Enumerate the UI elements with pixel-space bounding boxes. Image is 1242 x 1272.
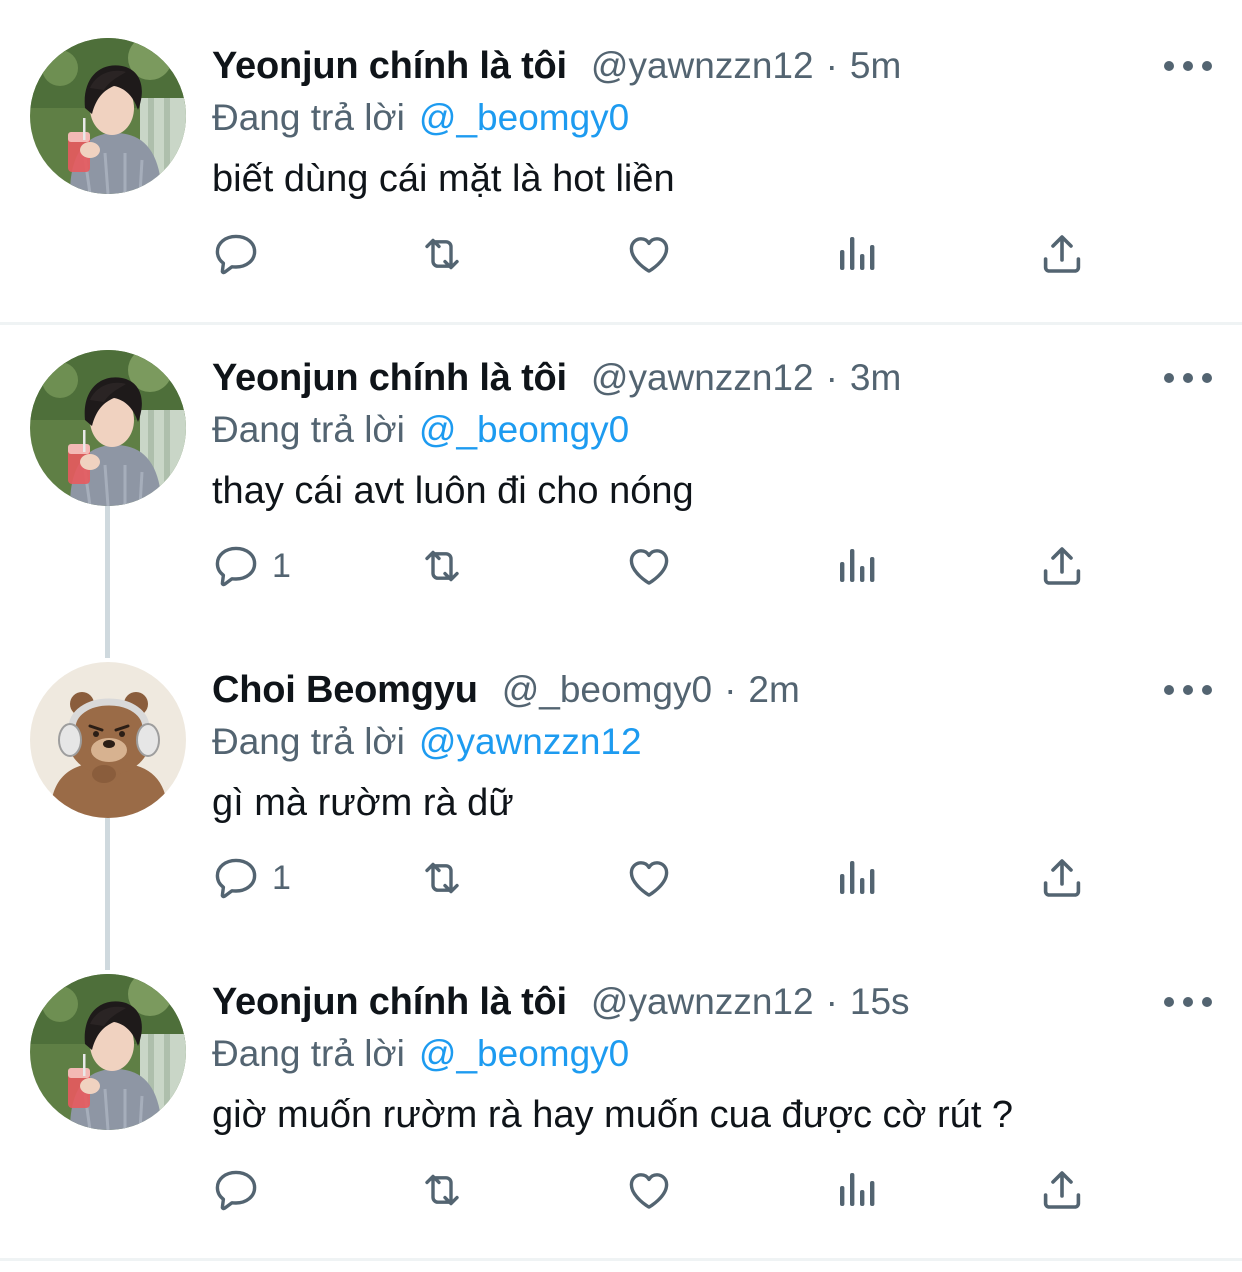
share-button[interactable] bbox=[1038, 846, 1086, 910]
more-icon[interactable] bbox=[1164, 52, 1212, 80]
retweet-button[interactable] bbox=[418, 846, 466, 910]
thread-line bbox=[105, 818, 110, 970]
reply-button[interactable] bbox=[212, 222, 272, 286]
replying-to: Đang trả lời @_beomgy0 bbox=[212, 92, 629, 144]
share-button[interactable] bbox=[1038, 1158, 1086, 1222]
reply-count: 1 bbox=[272, 546, 291, 585]
replying-to-label: Đang trả lời bbox=[212, 97, 405, 138]
analytics-icon bbox=[832, 542, 880, 590]
replying-to: Đang trả lời @yawnzzn12 bbox=[212, 716, 642, 768]
share-icon bbox=[1038, 542, 1086, 590]
timestamp[interactable]: 5m bbox=[850, 45, 901, 87]
separator: · bbox=[724, 669, 737, 710]
tweet-text: biết dùng cái mặt là hot liền bbox=[212, 158, 675, 200]
separator: · bbox=[825, 981, 838, 1022]
analytics-button[interactable] bbox=[832, 534, 880, 598]
share-icon bbox=[1038, 854, 1086, 902]
replying-to: Đang trả lời @_beomgy0 bbox=[212, 404, 629, 456]
reply-icon bbox=[212, 1166, 260, 1214]
timestamp[interactable]: 15s bbox=[850, 981, 910, 1023]
retweet-icon bbox=[418, 230, 466, 278]
replying-to-link[interactable]: @yawnzzn12 bbox=[419, 721, 642, 763]
replying-to-label: Đang trả lời bbox=[212, 1033, 405, 1074]
separator: · bbox=[825, 45, 838, 86]
retweet-button[interactable] bbox=[418, 1158, 466, 1222]
replying-to-link[interactable]: @_beomgy0 bbox=[419, 409, 629, 451]
tweet-text: gì mà rườm rà dữ bbox=[212, 782, 514, 824]
tweet-header: Yeonjun chính là tôi @yawnzzn12 · 3m bbox=[212, 350, 901, 406]
avatar[interactable] bbox=[30, 350, 186, 506]
action-bar bbox=[212, 1158, 1112, 1222]
divider bbox=[0, 322, 1242, 325]
share-button[interactable] bbox=[1038, 222, 1086, 286]
replying-to-label: Đang trả lời bbox=[212, 721, 405, 762]
retweet-icon bbox=[418, 1166, 466, 1214]
share-button[interactable] bbox=[1038, 534, 1086, 598]
like-icon bbox=[625, 542, 673, 590]
replying-to-link[interactable]: @_beomgy0 bbox=[419, 1033, 629, 1075]
avatar[interactable] bbox=[30, 974, 186, 1130]
tweet-text: giờ muốn rườm rà hay muốn cua được cờ rú… bbox=[212, 1094, 1014, 1136]
separator: · bbox=[825, 357, 838, 398]
action-bar bbox=[212, 222, 1112, 286]
like-button[interactable] bbox=[625, 1158, 673, 1222]
share-icon bbox=[1038, 1166, 1086, 1214]
like-icon bbox=[625, 854, 673, 902]
more-icon[interactable] bbox=[1164, 988, 1212, 1016]
analytics-icon bbox=[832, 854, 880, 902]
analytics-icon bbox=[832, 1166, 880, 1214]
retweet-button[interactable] bbox=[418, 222, 466, 286]
like-icon bbox=[625, 1166, 673, 1214]
username[interactable]: @yawnzzn12 bbox=[591, 357, 814, 399]
display-name[interactable]: Choi Beomgyu bbox=[212, 669, 478, 712]
tweet-text: thay cái avt luôn đi cho nóng bbox=[212, 470, 694, 512]
analytics-button[interactable] bbox=[832, 1158, 880, 1222]
action-bar: 1 bbox=[212, 534, 1112, 598]
tweet-header: Yeonjun chính là tôi @yawnzzn12 · 15s bbox=[212, 974, 910, 1030]
reply-count: 1 bbox=[272, 858, 291, 897]
display-name[interactable]: Yeonjun chính là tôi bbox=[212, 981, 567, 1024]
reply-icon bbox=[212, 230, 260, 278]
retweet-button[interactable] bbox=[418, 534, 466, 598]
more-icon[interactable] bbox=[1164, 364, 1212, 392]
tweet-header: Yeonjun chính là tôi @yawnzzn12 · 5m bbox=[212, 38, 901, 94]
timestamp[interactable]: 2m bbox=[748, 669, 799, 711]
tweet-header: Choi Beomgyu @_beomgy0 · 2m bbox=[212, 662, 800, 718]
username[interactable]: @yawnzzn12 bbox=[591, 45, 814, 87]
like-button[interactable] bbox=[625, 534, 673, 598]
reply-button[interactable]: 1 bbox=[212, 534, 291, 598]
username[interactable]: @yawnzzn12 bbox=[591, 981, 814, 1023]
like-icon bbox=[625, 230, 673, 278]
display-name[interactable]: Yeonjun chính là tôi bbox=[212, 357, 567, 400]
avatar[interactable] bbox=[30, 38, 186, 194]
avatar[interactable] bbox=[30, 662, 186, 818]
action-bar: 1 bbox=[212, 846, 1112, 910]
analytics-button[interactable] bbox=[832, 846, 880, 910]
analytics-icon bbox=[832, 230, 880, 278]
retweet-icon bbox=[418, 854, 466, 902]
reply-icon bbox=[212, 542, 260, 590]
analytics-button[interactable] bbox=[832, 222, 880, 286]
username[interactable]: @_beomgy0 bbox=[502, 669, 712, 711]
replying-to: Đang trả lời @_beomgy0 bbox=[212, 1028, 629, 1080]
more-icon[interactable] bbox=[1164, 676, 1212, 704]
share-icon bbox=[1038, 230, 1086, 278]
reply-button[interactable]: 1 bbox=[212, 846, 291, 910]
divider bbox=[0, 1258, 1242, 1261]
reply-icon bbox=[212, 854, 260, 902]
like-button[interactable] bbox=[625, 846, 673, 910]
replying-to-link[interactable]: @_beomgy0 bbox=[419, 97, 629, 139]
reply-button[interactable] bbox=[212, 1158, 272, 1222]
display-name[interactable]: Yeonjun chính là tôi bbox=[212, 45, 567, 88]
timestamp[interactable]: 3m bbox=[850, 357, 901, 399]
replying-to-label: Đang trả lời bbox=[212, 409, 405, 450]
thread-line bbox=[105, 506, 110, 658]
retweet-icon bbox=[418, 542, 466, 590]
like-button[interactable] bbox=[625, 222, 673, 286]
